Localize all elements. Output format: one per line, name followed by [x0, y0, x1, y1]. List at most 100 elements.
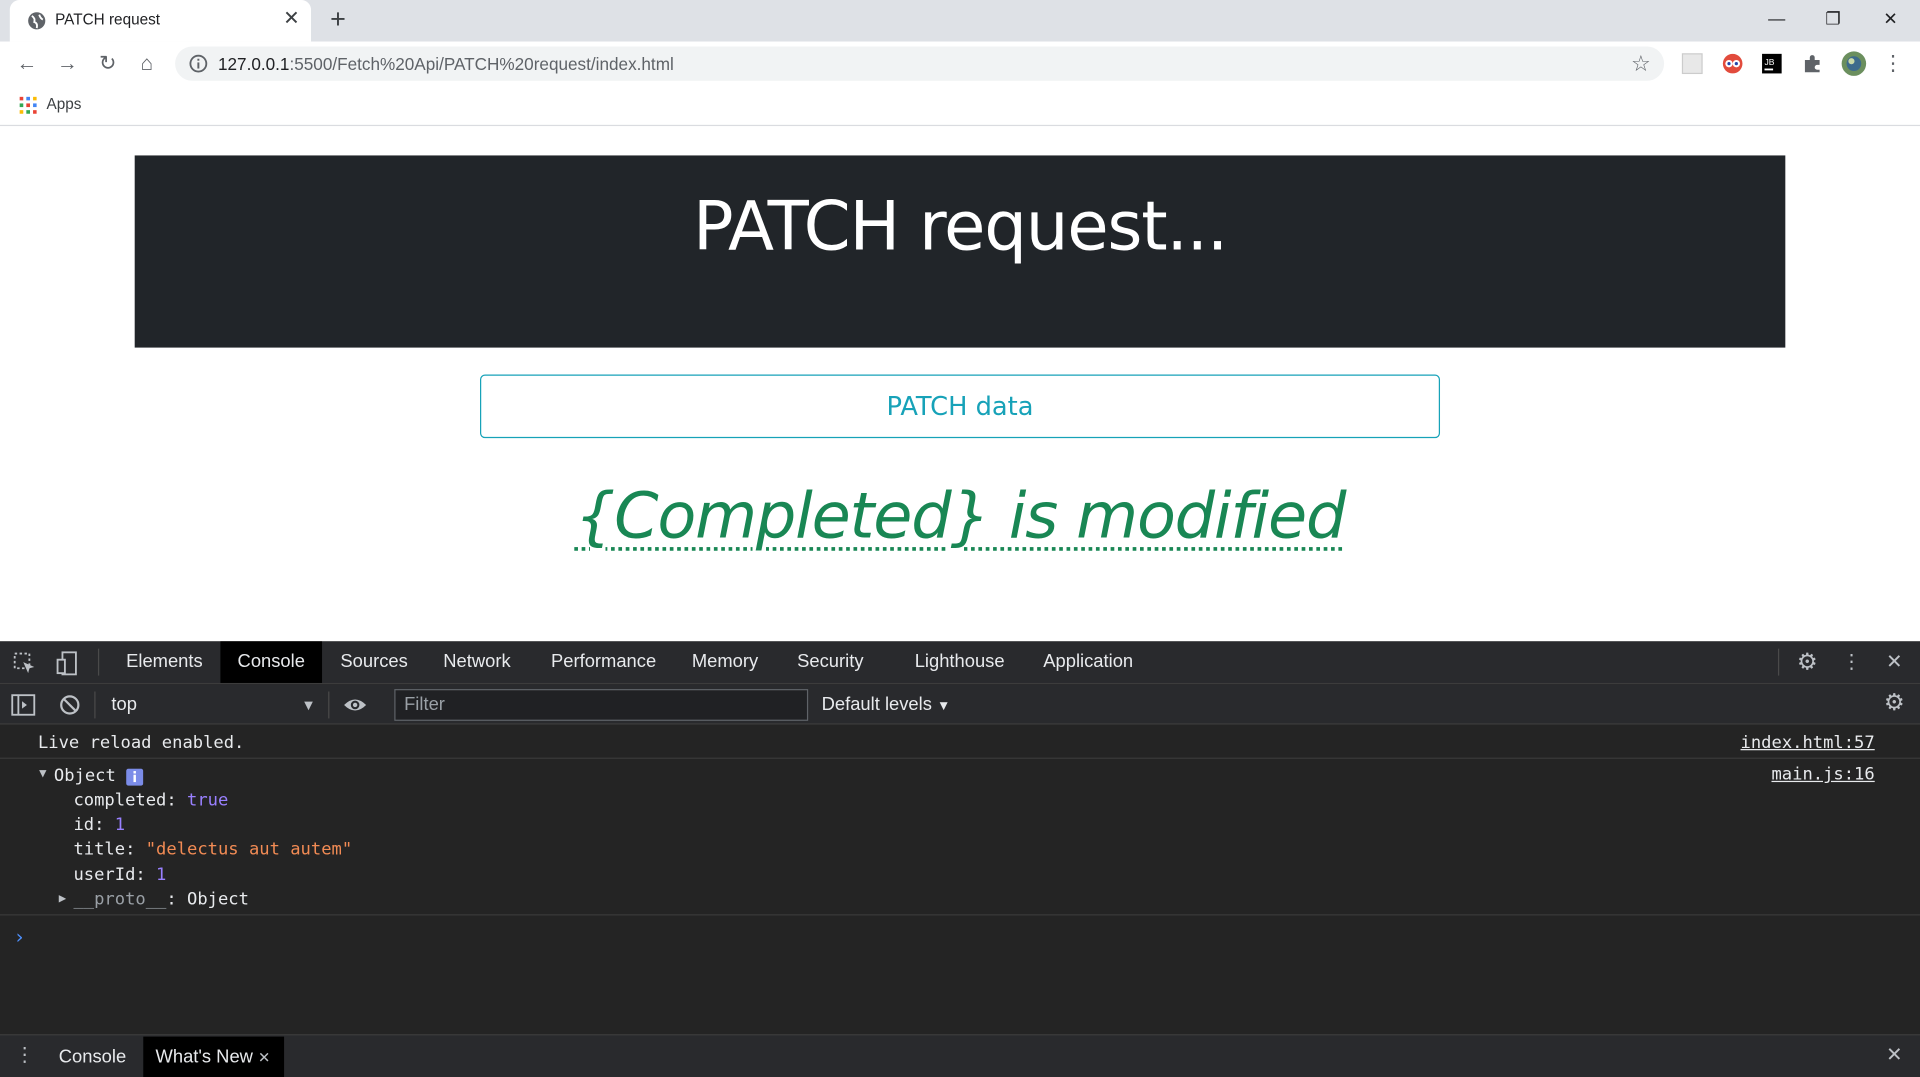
log-levels-label: Default levels [821, 693, 932, 715]
object-property[interactable]: __proto__: Object [73, 890, 248, 910]
apps-grid-icon[interactable] [19, 96, 37, 114]
browser-tab[interactable]: PATCH request ✕ [9, 0, 312, 42]
property-value: true [187, 790, 229, 811]
property-colon: : [125, 839, 146, 860]
object-property: id: 1 [73, 815, 125, 835]
browser-menu-icon[interactable]: ⋮ [1878, 49, 1907, 78]
tab-network[interactable]: Network [426, 641, 528, 683]
status-text: {Completed} is modified [574, 479, 1347, 554]
tab-application[interactable]: Application [1026, 641, 1150, 683]
apps-bookmark[interactable]: Apps [47, 95, 82, 112]
device-toggle-icon[interactable] [54, 650, 81, 677]
drawer-tab-label: What's New [155, 1046, 253, 1068]
patch-data-button[interactable]: PATCH data [480, 374, 1441, 439]
clear-console-icon[interactable] [56, 692, 83, 719]
console-toolbar: top ▼ Filter Default levels ▼ ⚙ [0, 684, 1920, 725]
object-label[interactable]: Object [54, 766, 116, 786]
url-path: :5500/Fetch%20Api/PATCH%20request/index.… [289, 53, 674, 74]
bookmark-star-icon[interactable]: ☆ [1629, 51, 1653, 75]
toolbar-divider [97, 648, 100, 676]
property-colon: : [166, 889, 188, 910]
source-link[interactable]: index.html:57 [1741, 733, 1875, 753]
close-window-button[interactable]: ✕ [1872, 5, 1909, 32]
object-property: title: "delectus aut autem" [73, 840, 352, 860]
tab-console[interactable]: Console [220, 641, 323, 683]
object-property: completed: true [73, 791, 228, 811]
back-icon[interactable]: ← [12, 49, 41, 78]
forward-icon[interactable]: → [53, 49, 82, 78]
extensions-puzzle-icon[interactable] [1801, 53, 1823, 75]
tab-strip: PATCH request ✕ + — ❐ ✕ [0, 0, 1920, 42]
svg-text:JB: JB [1765, 57, 1775, 67]
tab-security[interactable]: Security [780, 641, 881, 683]
log-text: Live reload enabled. [37, 733, 245, 753]
extension-eyes-icon[interactable] [1722, 53, 1744, 75]
info-badge-icon [126, 768, 144, 786]
web-page: PATCH request... PATCH data {Completed} … [0, 127, 1920, 642]
tab-title: PATCH request [55, 11, 161, 29]
property-key: userId [73, 865, 136, 885]
bookmarks-bar: Apps [0, 85, 1920, 127]
console-output: Live reload enabled. index.html:57 ▼ Obj… [0, 725, 1920, 1035]
log-levels-dropdown[interactable]: Default levels ▼ [822, 690, 951, 721]
context-dropdown-icon[interactable]: ▼ [301, 690, 316, 719]
property-value: 1 [114, 815, 126, 835]
page-title: PATCH request... [692, 187, 1228, 266]
context-selector[interactable]: top [103, 690, 321, 719]
property-colon: : [135, 865, 157, 885]
chevron-down-icon: ▼ [937, 698, 951, 714]
filter-input[interactable]: Filter [394, 689, 809, 721]
globe-icon [28, 12, 46, 30]
extension-jb-icon[interactable]: JB [1761, 53, 1783, 75]
object-property: userId: 1 [73, 865, 166, 885]
expand-triangle-icon[interactable]: ▶ [59, 892, 66, 905]
property-value: "delectus aut autem" [145, 839, 353, 860]
eye-icon[interactable] [342, 692, 369, 719]
info-icon[interactable] [189, 54, 209, 74]
drawer-tab-whats-new[interactable]: What's New ✕ [143, 1036, 285, 1077]
extension-blank-icon[interactable] [1681, 53, 1703, 75]
browser-toolbar: ← → ↻ ⌂ 127.0.0.1:5500/Fetch%20Api/PATCH… [0, 41, 1920, 86]
tab-performance[interactable]: Performance [534, 641, 673, 683]
profile-avatar[interactable] [1840, 50, 1867, 77]
url-host: 127.0.0.1 [217, 53, 290, 74]
close-drawer-icon[interactable]: ✕ [1881, 1043, 1908, 1070]
minimize-button[interactable]: — [1758, 5, 1795, 32]
close-icon[interactable]: ✕ [258, 1049, 270, 1066]
devtools-panel: Elements Console Sources Network Perform… [0, 641, 1920, 1077]
tab-lighthouse[interactable]: Lighthouse [898, 641, 1022, 683]
more-options-icon[interactable]: ⋮ [1838, 650, 1865, 677]
reload-icon[interactable]: ↻ [93, 49, 122, 78]
toolbar-divider [94, 691, 96, 719]
tab-sources[interactable]: Sources [323, 641, 425, 683]
console-object-entry: ▼ Object main.js:16 completed: true id: … [0, 759, 1920, 916]
console-settings-gear-icon[interactable]: ⚙ [1881, 690, 1908, 717]
sidebar-toggle-icon[interactable] [10, 692, 37, 719]
new-tab-button[interactable]: + [323, 4, 352, 34]
toolbar-divider [1777, 648, 1780, 676]
toolbar-divider [328, 691, 330, 719]
drawer-tab-console[interactable]: Console [47, 1037, 139, 1077]
property-key: id [73, 815, 95, 835]
property-key: completed [73, 790, 167, 811]
settings-gear-icon[interactable]: ⚙ [1794, 650, 1821, 677]
console-prompt-icon[interactable]: › [13, 925, 25, 948]
close-tab-icon[interactable]: ✕ [280, 9, 302, 31]
url-text: 127.0.0.1:5500/Fetch%20Api/PATCH%20reque… [218, 54, 674, 74]
drawer-menu-icon[interactable]: ⋮ [11, 1043, 38, 1070]
status-message: {Completed} is modified [0, 480, 1920, 553]
inspect-element-icon[interactable] [11, 650, 38, 677]
source-link[interactable]: main.js:16 [1771, 765, 1874, 785]
property-colon: : [94, 815, 115, 835]
close-devtools-icon[interactable]: ✕ [1881, 650, 1908, 677]
property-value: Object [187, 889, 249, 910]
address-bar[interactable]: 127.0.0.1:5500/Fetch%20Api/PATCH%20reque… [175, 46, 1665, 81]
property-colon: : [166, 790, 188, 811]
restore-button[interactable]: ❐ [1815, 5, 1852, 32]
expand-triangle-icon[interactable]: ▼ [39, 767, 46, 780]
devtools-drawer: ⋮ Console What's New ✕ ✕ [0, 1034, 1920, 1077]
tab-memory[interactable]: Memory [675, 641, 776, 683]
tab-elements[interactable]: Elements [109, 641, 220, 683]
hero-banner: PATCH request... [134, 155, 1786, 348]
home-icon[interactable]: ⌂ [132, 49, 161, 78]
